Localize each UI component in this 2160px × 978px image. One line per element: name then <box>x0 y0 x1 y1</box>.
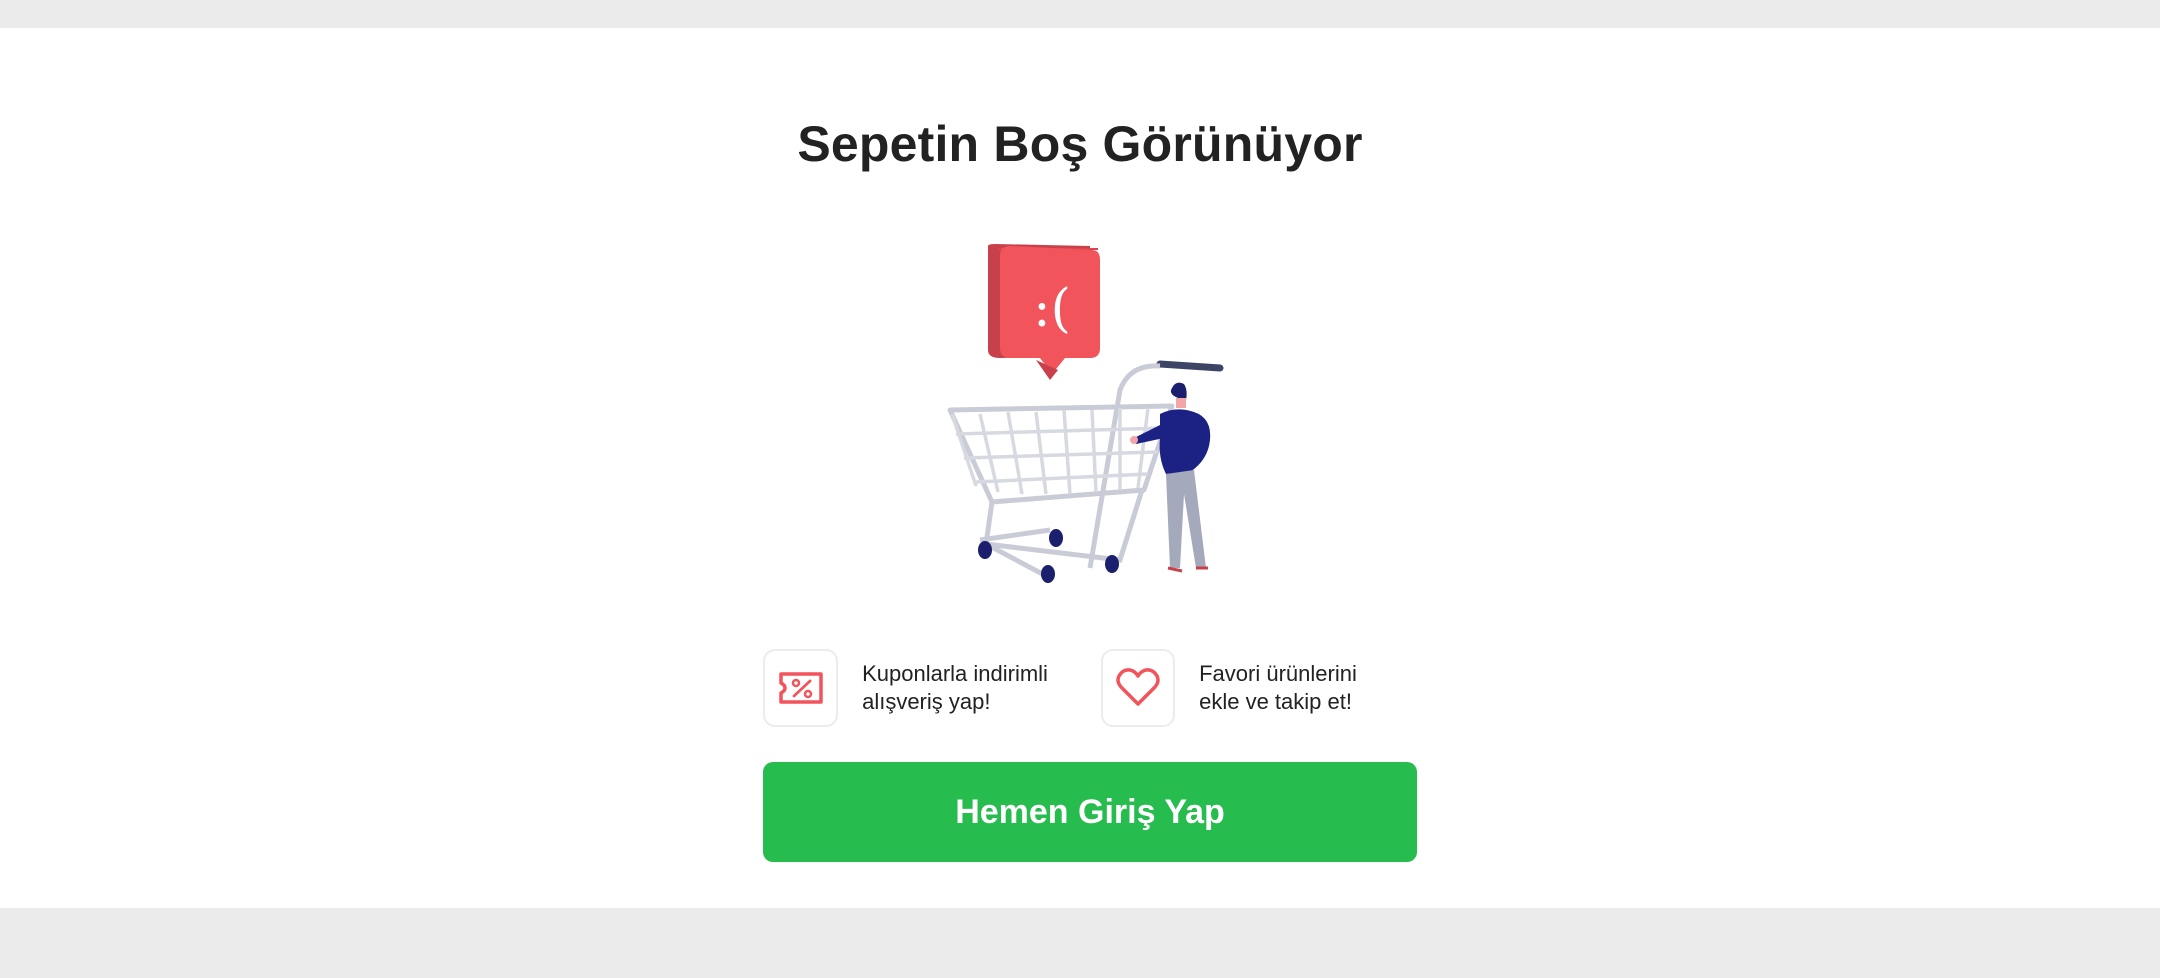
cart-wheel <box>1105 555 1119 573</box>
benefit-coupons: Kuponlarla indirimli alışveriş yap! <box>763 648 1083 728</box>
benefit-favorites: Favori ürünlerini ekle ve takip et! <box>1101 648 1417 728</box>
person-body <box>1159 409 1211 474</box>
shopping-cart-illustration: :( <box>947 244 1224 583</box>
bottom-strip <box>0 908 2160 978</box>
benefit-line: Kuponlarla indirimli <box>862 661 1048 686</box>
top-strip <box>0 0 2160 28</box>
benefit-line: ekle ve takip et! <box>1199 689 1352 714</box>
cart-wheel <box>978 541 992 559</box>
person-hair <box>1170 382 1187 400</box>
benefit-line: Favori ürünlerini <box>1199 661 1357 686</box>
page-title: Sepetin Boş Görünüyor <box>797 116 1363 172</box>
empty-cart-illustration: :( <box>940 238 1240 588</box>
cart-wheel <box>1041 565 1055 583</box>
benefit-icon-box <box>763 649 839 727</box>
benefit-text: Kuponlarla indirimli alışveriş yap! <box>862 660 1083 716</box>
cart-wheel <box>1049 529 1063 547</box>
person-legs <box>1166 470 1206 568</box>
coupon-percent-icon <box>778 672 823 704</box>
login-button[interactable]: Hemen Giriş Yap <box>763 762 1417 862</box>
benefit-line: alışveriş yap! <box>862 689 991 714</box>
heart-icon <box>1116 668 1160 706</box>
sad-face-text: :( <box>1033 279 1071 339</box>
benefits-row: Kuponlarla indirimli alışveriş yap! Favo… <box>763 648 1417 728</box>
benefit-text: Favori ürünlerini ekle ve takip et! <box>1199 660 1417 716</box>
benefit-icon-box <box>1101 649 1176 727</box>
